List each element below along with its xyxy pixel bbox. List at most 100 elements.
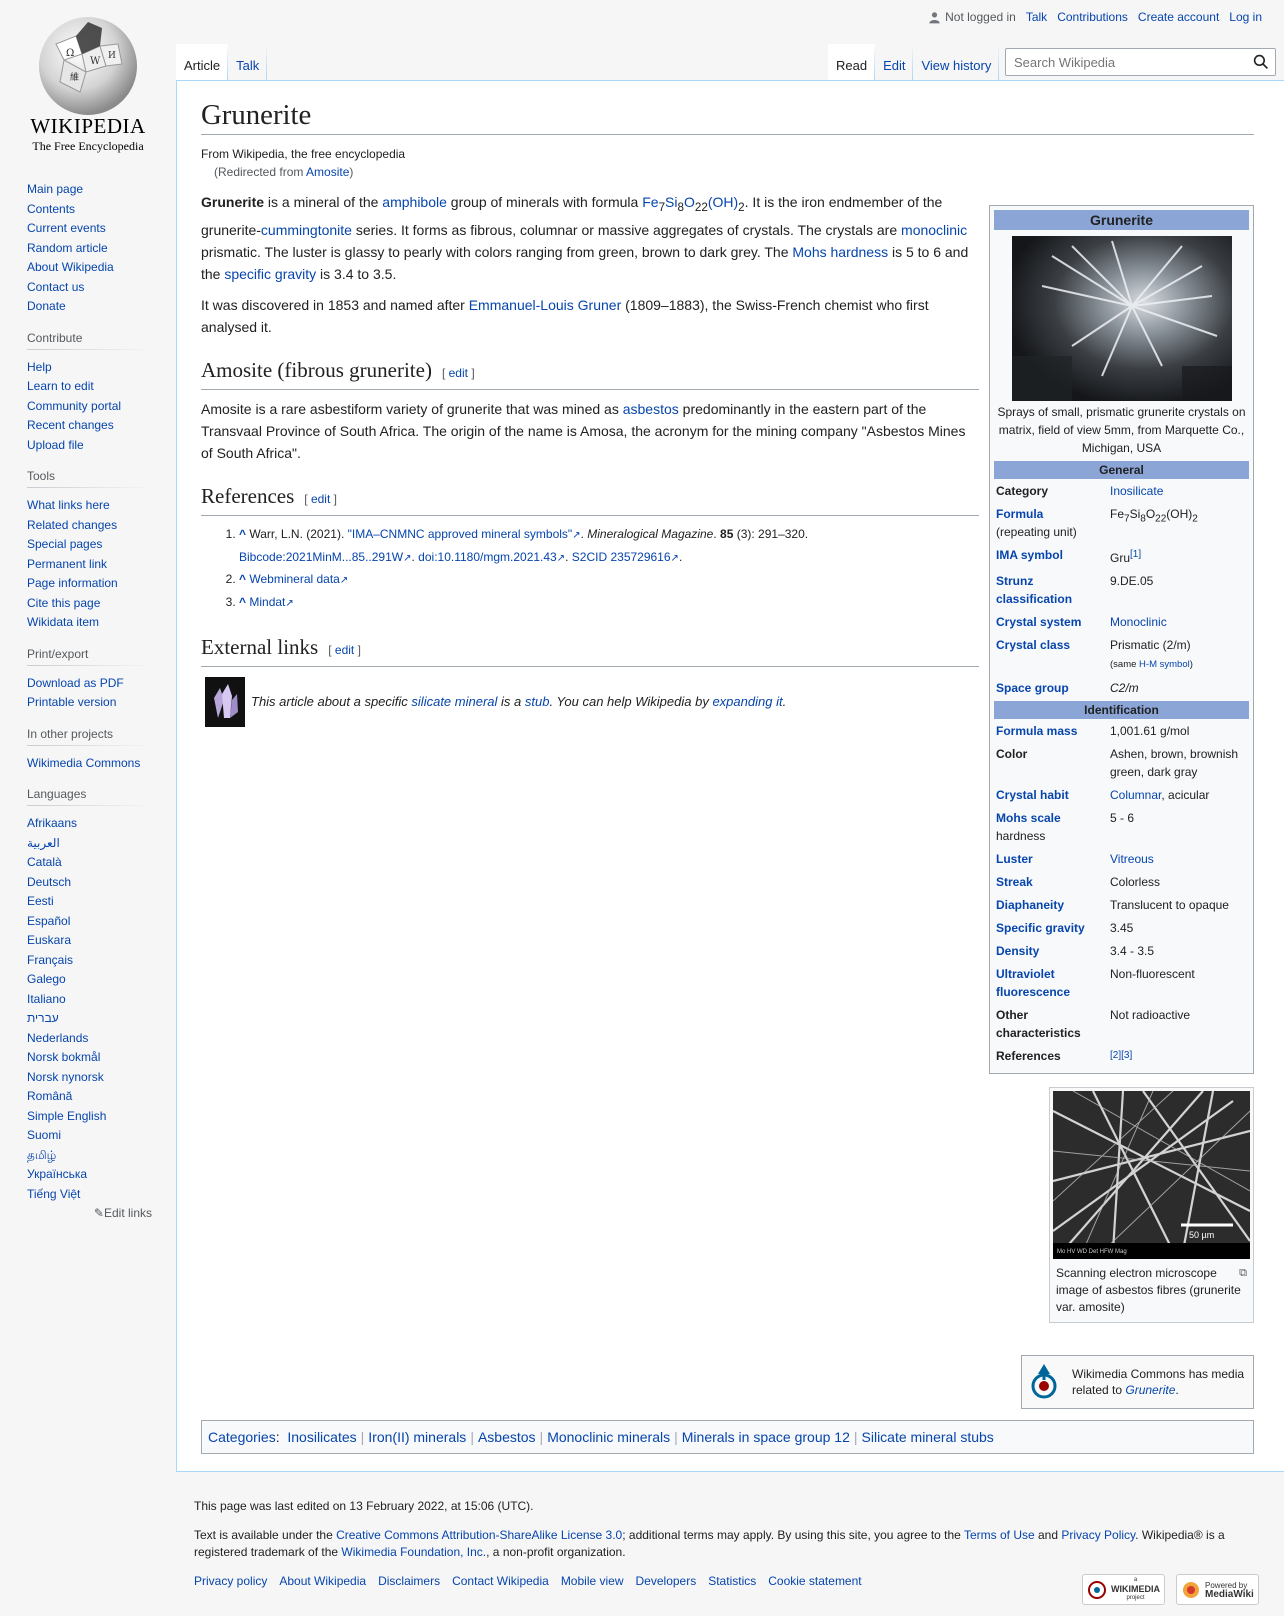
sem-asbestos-image[interactable]: 50 µm Mo HV WD Det HFW Mag <box>1053 1091 1250 1259</box>
ref-title-link[interactable]: "IMA–CNMNC approved mineral symbols" <box>348 527 573 541</box>
bibcode-link[interactable]: :2021MinM...85..291W <box>282 550 403 564</box>
tools-item[interactable]: Cite this page <box>27 594 152 614</box>
language-link[interactable]: Español <box>27 914 70 928</box>
tools-link[interactable]: Cite this page <box>27 596 100 610</box>
language-link[interactable]: Euskara <box>27 933 71 947</box>
tab-talk[interactable]: Talk <box>228 44 268 80</box>
language-link[interactable]: Norsk nynorsk <box>27 1070 104 1084</box>
streak-link[interactable]: Streak <box>996 873 1110 891</box>
backlink-caret[interactable]: ^ <box>239 527 246 541</box>
nav-link[interactable]: Random article <box>27 241 108 255</box>
terms-link[interactable]: Terms of Use <box>964 1528 1035 1542</box>
print-link[interactable]: Download as PDF <box>27 676 124 690</box>
crystal-class-link[interactable]: Crystal class <box>996 636 1110 674</box>
nav-item[interactable]: Random article <box>27 239 152 259</box>
edit-links[interactable]: ✎Edit links <box>27 1206 152 1220</box>
edit-section-link[interactable]: edit <box>311 492 330 506</box>
contribute-item[interactable]: Learn to edit <box>27 377 152 397</box>
language-item[interactable]: Suomi <box>27 1126 152 1146</box>
language-link[interactable]: Tiếng Việt <box>27 1187 80 1201</box>
uv-fluorescence-link[interactable]: Ultraviolet fluorescence <box>996 965 1110 1001</box>
language-link[interactable]: Galego <box>27 972 66 986</box>
nav-item[interactable]: Main page <box>27 180 152 200</box>
tab-article[interactable]: Article <box>176 44 229 80</box>
talk-link[interactable]: Talk <box>1026 10 1047 24</box>
category-link[interactable]: Silicate mineral stubs <box>862 1429 994 1445</box>
privacy-link[interactable]: Privacy Policy <box>1061 1528 1135 1542</box>
language-link[interactable]: Suomi <box>27 1128 61 1142</box>
wikimedia-commons-icon[interactable] <box>1028 1362 1060 1402</box>
crystal-habit-link[interactable]: Crystal habit <box>996 786 1110 804</box>
nav-link[interactable]: Contents <box>27 202 75 216</box>
language-item[interactable]: עברית <box>27 1009 152 1029</box>
wikipedia-logo[interactable]: Ω W 維 И WIKIPEDIA The Free Encyclopedia <box>0 0 176 160</box>
language-item[interactable]: தமிழ் <box>27 1146 152 1166</box>
gruner-link[interactable]: Emmanuel-Louis Gruner <box>469 297 622 313</box>
redirect-link[interactable]: Amosite <box>306 165 349 179</box>
crystal-system-link[interactable]: Crystal system <box>996 613 1110 631</box>
strunz-link[interactable]: Strunz classification <box>996 572 1110 608</box>
footer-link[interactable]: Statistics <box>708 1574 756 1588</box>
tools-link[interactable]: What links here <box>27 498 110 512</box>
language-link[interactable]: Français <box>27 953 73 967</box>
inosilicate-link[interactable]: Inosilicate <box>1110 484 1163 498</box>
tab-view-history[interactable]: View history <box>913 44 1000 80</box>
cummingtonite-link[interactable]: cummingtonite <box>261 222 352 238</box>
expand-link[interactable]: expanding it <box>712 691 782 713</box>
vitreous-link[interactable]: Vitreous <box>1110 852 1154 866</box>
nav-link[interactable]: Contact us <box>27 280 84 294</box>
oxygen-link[interactable]: O <box>684 194 695 210</box>
language-item[interactable]: Norsk nynorsk <box>27 1068 152 1088</box>
language-link[interactable]: Simple English <box>27 1109 106 1123</box>
doi-label-link[interactable]: doi <box>418 550 434 564</box>
grunerite-crystal-image[interactable] <box>1011 236 1232 401</box>
nav-link[interactable]: Current events <box>27 221 106 235</box>
language-item[interactable]: Galego <box>27 970 152 990</box>
language-item[interactable]: Nederlands <box>27 1029 152 1049</box>
print-link[interactable]: Printable version <box>27 695 116 709</box>
stub-link[interactable]: stub <box>525 691 550 713</box>
category-link[interactable]: Monoclinic minerals <box>547 1429 670 1445</box>
language-link[interactable]: Nederlands <box>27 1031 88 1045</box>
footer-link[interactable]: Mobile view <box>561 1574 624 1588</box>
monoclinic-link[interactable]: Monoclinic <box>1110 615 1167 629</box>
print-item[interactable]: Printable version <box>27 693 152 713</box>
category-link[interactable]: Inosilicates <box>287 1429 356 1445</box>
footer-link[interactable]: Privacy policy <box>194 1574 267 1588</box>
language-link[interactable]: Deutsch <box>27 875 71 889</box>
powered-by-mediawiki-badge[interactable]: Powered by MediaWiki <box>1176 1574 1259 1605</box>
edit-section-link[interactable]: edit <box>449 366 468 380</box>
tab-read[interactable]: Read <box>828 44 876 80</box>
crystal-icon[interactable] <box>205 676 245 727</box>
ima-symbol-link[interactable]: IMA symbol <box>996 546 1110 567</box>
categories-label[interactable]: Categories <box>208 1429 276 1445</box>
tools-item[interactable]: What links here <box>27 496 152 516</box>
monoclinic-link[interactable]: monoclinic <box>901 222 967 238</box>
language-link[interactable]: Eesti <box>27 894 54 908</box>
cc-license-link[interactable]: Creative Commons Attribution-ShareAlike … <box>336 1528 622 1542</box>
nav-link[interactable]: Donate <box>27 299 66 313</box>
doi-link[interactable]: :10.1180/mgm.2021.43 <box>434 550 557 564</box>
luster-link[interactable]: Luster <box>996 850 1110 868</box>
tools-item[interactable]: Permanent link <box>27 555 152 575</box>
mohs-link[interactable]: Mohs hardness <box>792 244 888 260</box>
language-item[interactable]: Eesti <box>27 892 152 912</box>
create-account-link[interactable]: Create account <box>1138 10 1219 24</box>
columnar-link[interactable]: Columnar <box>1110 788 1161 802</box>
search-button[interactable] <box>1247 49 1275 75</box>
language-link[interactable]: עברית <box>27 1011 59 1025</box>
contribute-item[interactable]: Community portal <box>27 397 152 417</box>
backlink-caret[interactable]: ^ <box>239 572 246 586</box>
language-item[interactable]: Simple English <box>27 1107 152 1127</box>
language-link[interactable]: العربية <box>27 836 60 850</box>
language-item[interactable]: Norsk bokmål <box>27 1048 152 1068</box>
nav-item[interactable]: Contents <box>27 200 152 220</box>
footer-link[interactable]: Disclaimers <box>378 1574 440 1588</box>
print-item[interactable]: Download as PDF <box>27 674 152 694</box>
category-link[interactable]: Asbestos <box>478 1429 536 1445</box>
contribute-link[interactable]: Learn to edit <box>27 379 94 393</box>
silicate-mineral-link[interactable]: silicate mineral <box>411 691 497 713</box>
bibcode-label-link[interactable]: Bibcode <box>239 550 282 564</box>
footer-link[interactable]: Developers <box>636 1574 697 1588</box>
category-link[interactable]: Minerals in space group 12 <box>682 1429 850 1445</box>
